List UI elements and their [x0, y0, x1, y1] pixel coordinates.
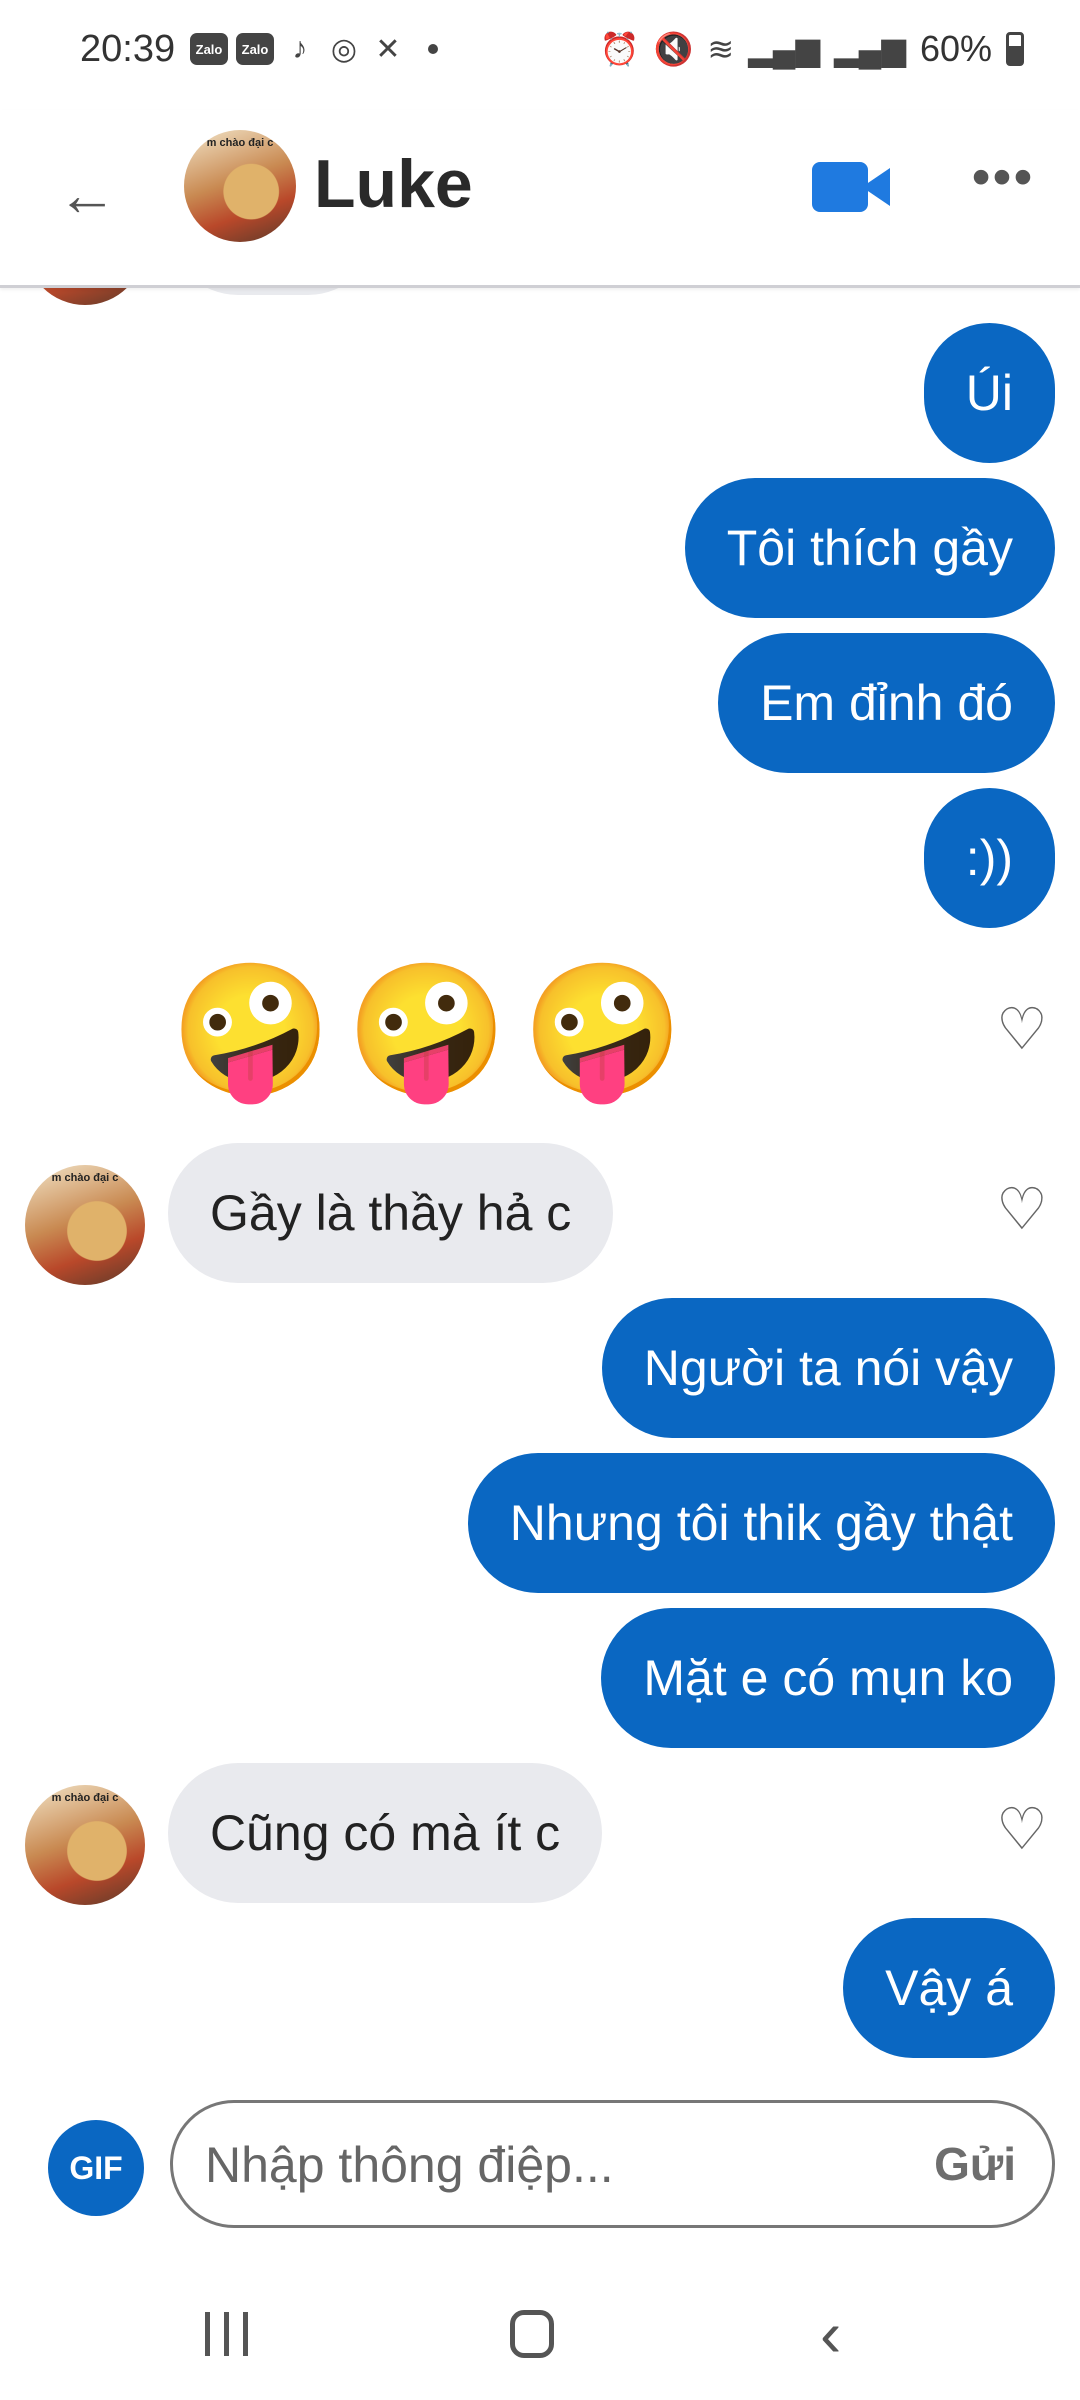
- message-bubble-outgoing[interactable]: Tôi thích gầy: [684, 478, 1055, 618]
- camera-icon: ◎: [330, 32, 358, 66]
- tiktok-icon: ♪: [292, 32, 308, 65]
- message-bubble-incoming[interactable]: Cũng có mà ít c: [168, 1763, 603, 1903]
- contact-avatar: m chào đại c: [25, 285, 145, 305]
- signal-icon: ▂▄▆: [834, 31, 906, 67]
- gif-button[interactable]: GIF: [48, 2120, 144, 2216]
- emoji-message[interactable]: 🤪 🤪 🤪: [170, 955, 684, 1105]
- capcut-icon: ✕: [375, 32, 401, 66]
- signal-icon: ▂▄▆: [748, 31, 821, 67]
- chat-header: ← m chào đại c Luke •••: [0, 110, 1080, 288]
- zany-face-emoji: 🤪: [345, 957, 508, 1103]
- wifi-icon: ≋: [707, 31, 735, 67]
- recent-apps-icon[interactable]: [205, 2312, 248, 2356]
- video-call-icon[interactable]: [812, 162, 892, 212]
- contact-avatar[interactable]: m chào đại c: [25, 1165, 145, 1285]
- send-button[interactable]: Gửi: [934, 2103, 1016, 2225]
- battery-percent: 60%: [919, 28, 992, 69]
- heart-react-icon[interactable]: ♡: [992, 1180, 1052, 1240]
- message-bubble-outgoing[interactable]: Vậy á: [843, 1918, 1055, 2058]
- status-indicators: ⏰ 🔇 ≋ ▂▄▆ ▂▄▆ 60%: [600, 28, 1024, 70]
- message-bubble-outgoing[interactable]: Người ta nói vậy: [601, 1298, 1055, 1438]
- contact-avatar[interactable]: m chào đại c: [184, 130, 296, 242]
- battery-icon: [1006, 32, 1024, 66]
- message-composer: Gửi: [170, 2100, 1055, 2228]
- back-arrow-icon[interactable]: ←: [52, 160, 122, 230]
- contact-avatar[interactable]: m chào đại c: [25, 1785, 145, 1905]
- system-nav-bar: ‹: [0, 2260, 1080, 2400]
- zany-face-emoji: 🤪: [521, 957, 684, 1103]
- message-bubble-incoming[interactable]: Gầy là thầy hả c: [168, 1143, 614, 1283]
- zalo-icon: Zalo: [236, 33, 274, 65]
- more-options-icon[interactable]: •••: [968, 150, 1038, 212]
- contact-name[interactable]: Luke: [314, 145, 473, 223]
- zalo-icon: Zalo: [190, 33, 228, 65]
- status-time: 20:39: [80, 28, 176, 70]
- status-bar: 20:39 Zalo Zalo ♪ ◎ ✕ ⏰ 🔇 ≋ ▂▄▆ ▂▄▆ 60%: [0, 0, 1080, 110]
- message-list[interactable]: m chào đại c Úi Tôi thích gầy Em đỉnh đó…: [0, 285, 1080, 2085]
- message-bubble-outgoing[interactable]: Nhưng tôi thik gầy thật: [467, 1453, 1055, 1593]
- home-icon[interactable]: [510, 2310, 554, 2358]
- avatar-caption: m chào đại c: [206, 136, 274, 149]
- notification-dot-icon: [428, 44, 438, 54]
- status-app-icons: Zalo Zalo ♪ ◎ ✕: [190, 32, 438, 66]
- zany-face-emoji: 🤪: [170, 957, 332, 1103]
- message-input[interactable]: [203, 2103, 827, 2227]
- message-bubble-outgoing[interactable]: Em đỉnh đó: [718, 633, 1055, 773]
- nav-back-icon[interactable]: ‹: [820, 2302, 841, 2366]
- message-bubble-outgoing[interactable]: Mặt e có mụn ko: [601, 1608, 1055, 1748]
- heart-react-icon[interactable]: ♡: [992, 1800, 1052, 1860]
- message-bubble-outgoing[interactable]: Úi: [923, 323, 1055, 463]
- alarm-icon: ⏰: [599, 31, 640, 67]
- mute-icon: 🔇: [653, 31, 694, 67]
- heart-react-icon[interactable]: ♡: [992, 1000, 1052, 1060]
- message-bubble-outgoing[interactable]: :)): [923, 788, 1055, 928]
